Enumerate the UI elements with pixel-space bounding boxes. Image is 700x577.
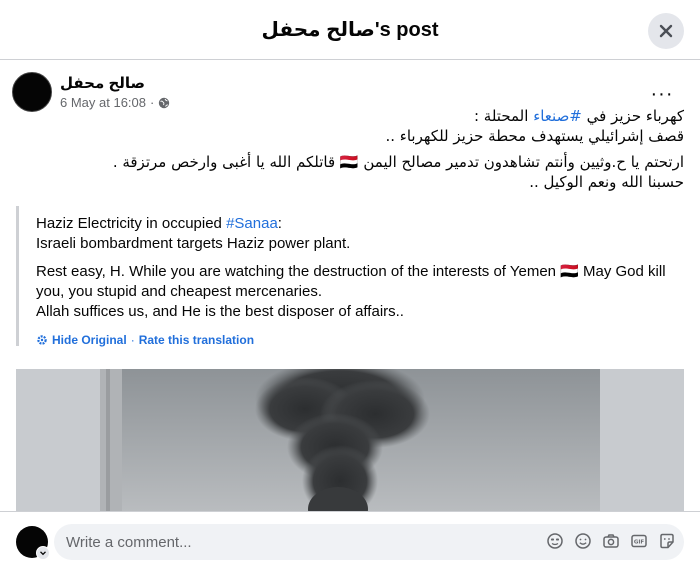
translation-actions: Hide Original · Rate this translation xyxy=(36,330,684,350)
hide-original-link[interactable]: Hide Original xyxy=(52,330,127,350)
rate-translation-link[interactable]: Rate this translation xyxy=(139,330,254,350)
separator: · xyxy=(130,333,135,347)
original-line-1-suffix: المحتلة : xyxy=(473,107,534,125)
translation-para-3: Allah suffices us, and He is the best di… xyxy=(36,303,404,320)
original-line-3: ارتحتم يا ح.وثيين وأنتم تشاهدون تدمير مص… xyxy=(112,153,684,171)
smoke-photo xyxy=(100,369,600,511)
translation-line-1-prefix: Haziz Electricity in occupied xyxy=(36,215,227,232)
gif-button[interactable]: GIF xyxy=(630,532,648,550)
emoji-icon xyxy=(575,533,591,549)
sticker-icon xyxy=(660,533,674,549)
hashtag-link[interactable]: #صنعاء xyxy=(533,107,582,125)
comment-tools: GIF xyxy=(546,532,676,550)
translation-para-2: Rest easy, H. While you are watching the… xyxy=(36,263,666,300)
translation-line-1-suffix: : xyxy=(277,215,282,232)
original-line-1: كهرباء حزيز في #صنعاء المحتلة : xyxy=(24,106,684,126)
avatar-sticker-button[interactable] xyxy=(546,532,564,550)
post-photo[interactable] xyxy=(100,369,600,511)
close-button[interactable] xyxy=(648,13,684,49)
svg-text:GIF: GIF xyxy=(634,540,645,546)
gif-icon: GIF xyxy=(631,534,647,548)
modal-header: صالح محفل's post xyxy=(0,0,700,60)
post-original-text: كهرباء حزيز في #صنعاء المحتلة : قصف إشرا… xyxy=(24,106,684,198)
original-line-2: قصف إشرائيلي يستهدف محطة حزيز للكهرباء .… xyxy=(385,127,685,145)
hashtag-link[interactable]: #Sanaa xyxy=(226,215,278,232)
sticker-button[interactable] xyxy=(658,532,676,550)
camera-icon xyxy=(603,534,619,548)
post-media[interactable] xyxy=(16,369,684,511)
gear-icon xyxy=(37,335,47,345)
original-line-1-prefix: كهرباء حزيز في xyxy=(581,107,684,125)
chevron-down-icon xyxy=(40,551,46,556)
modal-title: صالح محفل's post xyxy=(261,19,439,41)
translation-line-2: Israeli bombardment targets Haziz power … xyxy=(36,235,351,252)
comment-bar: GIF xyxy=(0,511,700,577)
avatar-sticker-icon xyxy=(547,533,563,549)
translation-para-1: Haziz Electricity in occupied #Sanaa: Is… xyxy=(36,214,684,254)
camera-button[interactable] xyxy=(602,532,620,550)
close-icon xyxy=(659,24,673,38)
original-line-4: حسبنا الله ونعم الوكيل .. xyxy=(529,173,684,191)
translation-block: Haziz Electricity in occupied #Sanaa: Is… xyxy=(16,206,684,347)
author-name[interactable]: صالح محفل xyxy=(60,74,145,92)
emoji-button[interactable] xyxy=(574,532,592,550)
avatar-chevron[interactable] xyxy=(36,546,50,560)
